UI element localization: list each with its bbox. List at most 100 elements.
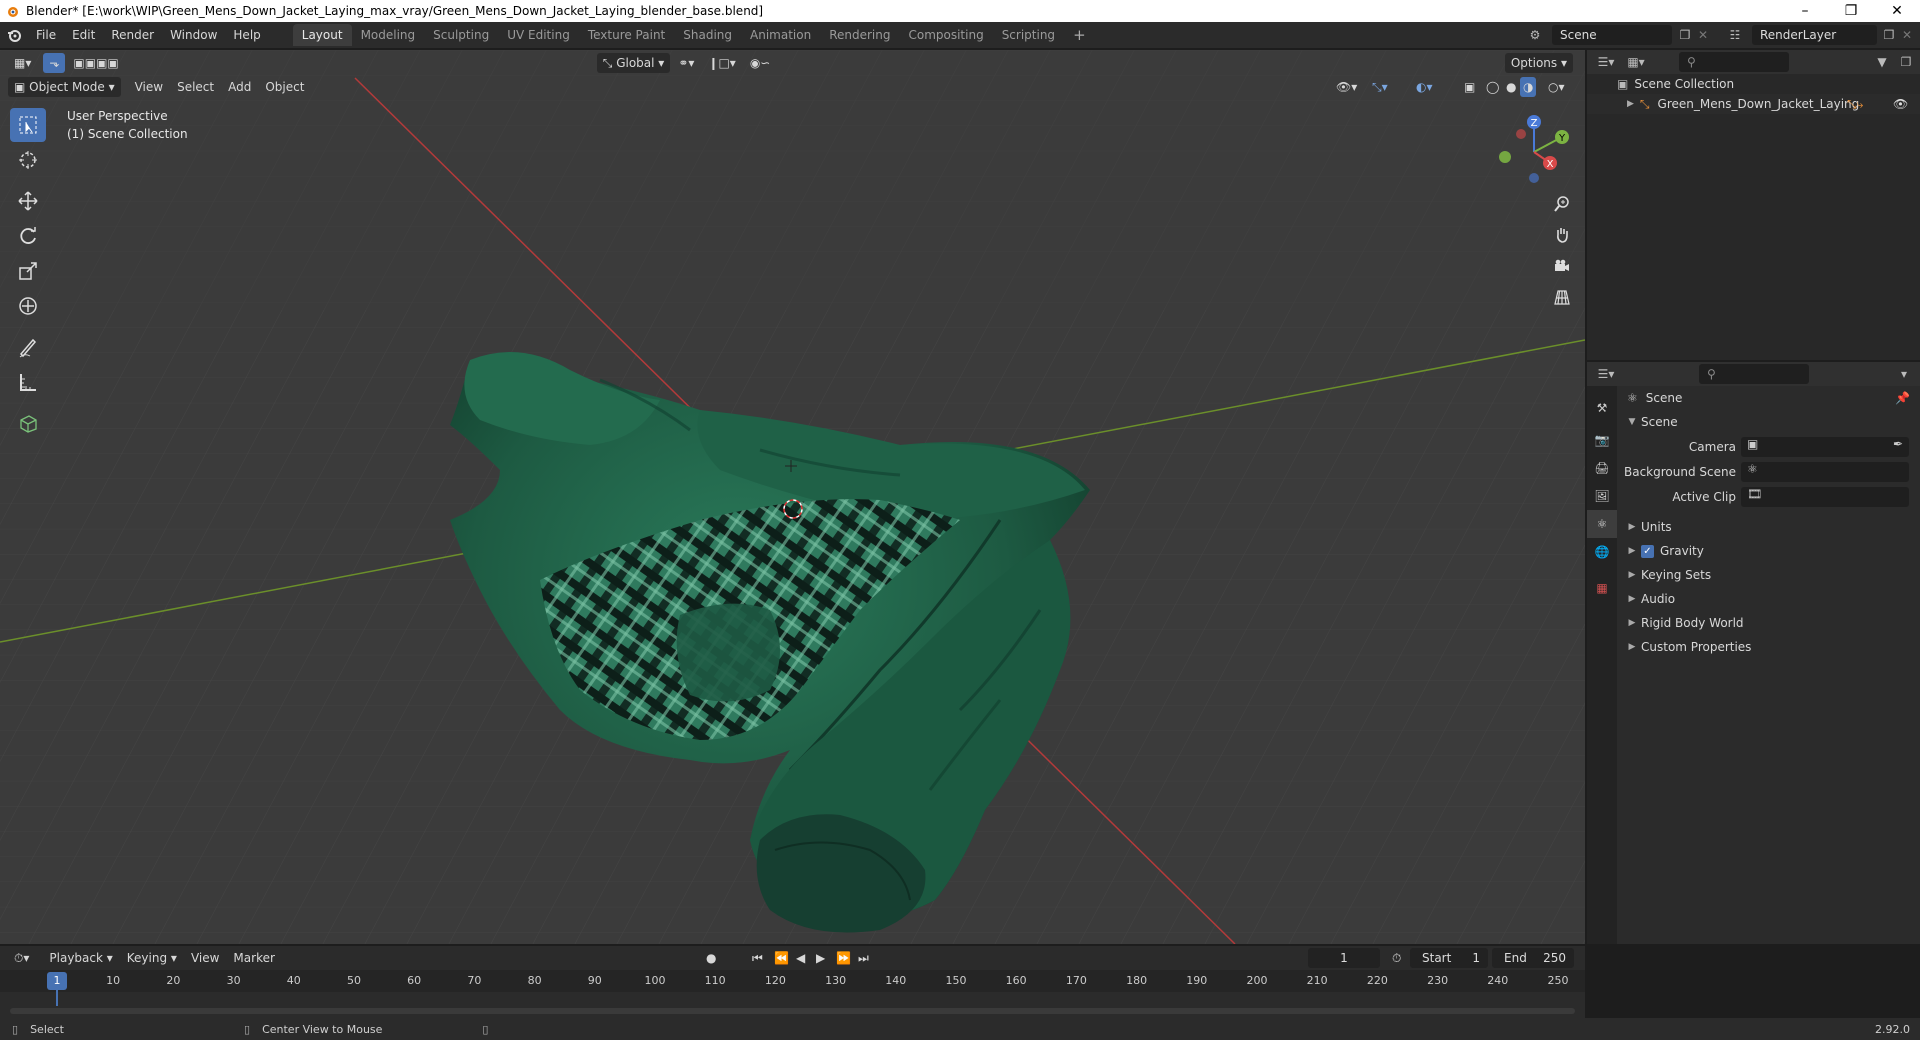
outliner-item[interactable]: ▶ ⤡ Green_Mens_Down_Jacket_Laying ⤡⤷ 👁 bbox=[1587, 94, 1920, 114]
display-mode-icon[interactable]: ▦▾ bbox=[1627, 53, 1645, 71]
audio-panel[interactable]: ▶ Audio bbox=[1617, 587, 1920, 611]
visibility-icon[interactable]: 👁▾ bbox=[1330, 77, 1363, 97]
filter-icon[interactable]: ▼ bbox=[1873, 53, 1891, 71]
tab-view-layer-icon[interactable]: 🖼 bbox=[1587, 482, 1617, 510]
mode-dropdown[interactable]: ▣ Object Mode ▾ bbox=[8, 77, 121, 97]
camera-view-icon[interactable] bbox=[1548, 252, 1576, 280]
transform-orientation-dropdown[interactable]: ⤡ Global ▾ bbox=[596, 53, 671, 73]
menu-file[interactable]: File bbox=[28, 22, 64, 48]
menu-keying[interactable]: Keying ▾ bbox=[121, 948, 183, 968]
camera-field[interactable]: ▣ ✒ bbox=[1741, 436, 1909, 457]
add-cube-tool[interactable] bbox=[10, 406, 46, 440]
outliner-editor-type-icon[interactable]: ☰▾ bbox=[1597, 53, 1615, 71]
properties-options-icon[interactable]: ▾ bbox=[1895, 365, 1913, 383]
xray-icon[interactable]: ▣ bbox=[1458, 77, 1481, 97]
scene-selector-icon[interactable]: ⚙ bbox=[1526, 26, 1544, 44]
transform-tool[interactable] bbox=[10, 289, 46, 323]
cursor-tool[interactable] bbox=[10, 143, 46, 177]
rendered-shading-icon[interactable]: ○▾ bbox=[1542, 77, 1571, 97]
menu-add[interactable]: Add bbox=[222, 77, 257, 97]
tab-texture-icon[interactable]: ▦ bbox=[1587, 574, 1617, 602]
scene-panel-header[interactable]: ▼ Scene bbox=[1617, 410, 1920, 434]
pivot-point-icon[interactable]: ⚭▾ bbox=[672, 53, 700, 73]
expand-arrow-icon[interactable]: ▶ bbox=[1627, 99, 1634, 109]
select-box-tool[interactable] bbox=[10, 108, 46, 142]
annotate-tool[interactable] bbox=[10, 330, 46, 364]
menu-playback[interactable]: Playback ▾ bbox=[43, 948, 118, 968]
outliner-search-input[interactable]: ⚲ bbox=[1679, 52, 1789, 72]
menu-help[interactable]: Help bbox=[225, 22, 268, 48]
editor-type-icon[interactable]: ▦▾ bbox=[8, 53, 37, 73]
3d-viewport[interactable]: ▦▾ ⬎ ▣▣▣▣ ⤡ Global ▾ ⚭▾ ❙□▾ ◉∽ Options ▾… bbox=[0, 50, 1585, 944]
delete-scene-icon[interactable]: ✕ bbox=[1694, 26, 1712, 44]
rotate-tool[interactable] bbox=[10, 219, 46, 253]
timeline-ruler[interactable]: 1 10 20 30 40 50 60 70 80 90 100 110 120 130 140 150 160… bbox=[0, 970, 1585, 1006]
visibility-eye-icon[interactable]: 👁 bbox=[1893, 97, 1908, 111]
current-frame-field[interactable]: 1 bbox=[1308, 948, 1380, 968]
tab-scene-icon[interactable]: ⚛ bbox=[1587, 510, 1617, 538]
menu-view[interactable]: View bbox=[129, 77, 169, 97]
tab-animation[interactable]: Animation bbox=[741, 24, 820, 46]
selection-mode-icons[interactable]: ▣▣▣▣ bbox=[67, 53, 124, 73]
tab-tool-icon[interactable]: ⚒ bbox=[1587, 394, 1617, 422]
jump-end-icon[interactable]: ⏭ bbox=[852, 948, 875, 968]
blender-menu-icon[interactable] bbox=[0, 22, 28, 48]
tab-sculpting[interactable]: Sculpting bbox=[424, 24, 498, 46]
play-icon[interactable]: ▶ bbox=[810, 948, 831, 968]
snap-icon[interactable]: ❙□▾ bbox=[702, 53, 741, 73]
proportional-edit-icon[interactable]: ◉∽ bbox=[744, 53, 777, 73]
jump-start-icon[interactable]: ⏮ bbox=[746, 948, 769, 968]
render-layer-field[interactable]: RenderLayer bbox=[1752, 25, 1877, 45]
rigid-body-world-panel[interactable]: ▶ Rigid Body World bbox=[1617, 611, 1920, 635]
gravity-checkbox[interactable]: ✓ bbox=[1641, 544, 1654, 558]
tab-uv-editing[interactable]: UV Editing bbox=[498, 24, 579, 46]
play-reverse-icon[interactable]: ◀ bbox=[790, 948, 811, 968]
custom-properties-panel[interactable]: ▶ Custom Properties bbox=[1617, 635, 1920, 659]
preview-range-icon[interactable]: ⏱ bbox=[1386, 948, 1407, 968]
menu-object[interactable]: Object bbox=[259, 77, 310, 97]
tab-modeling[interactable]: Modeling bbox=[352, 24, 425, 46]
tab-rendering[interactable]: Rendering bbox=[820, 24, 899, 46]
menu-select[interactable]: Select bbox=[171, 77, 220, 97]
eyedropper-icon[interactable]: ✒ bbox=[1893, 437, 1903, 451]
record-icon[interactable]: ● bbox=[700, 948, 722, 968]
background-scene-field[interactable]: ⚛ bbox=[1741, 461, 1909, 482]
move-tool[interactable] bbox=[10, 184, 46, 218]
gravity-panel[interactable]: ▶ ✓ Gravity bbox=[1617, 539, 1920, 563]
keying-sets-panel[interactable]: ▶ Keying Sets bbox=[1617, 563, 1920, 587]
timeline-editor-type-icon[interactable]: ⏱▾ bbox=[8, 948, 35, 968]
tab-scripting[interactable]: Scripting bbox=[993, 24, 1064, 46]
menu-timeline-view[interactable]: View bbox=[185, 948, 225, 968]
menu-window[interactable]: Window bbox=[162, 22, 225, 48]
pan-hand-icon[interactable] bbox=[1548, 221, 1576, 249]
tab-render-icon[interactable]: 📷 bbox=[1587, 426, 1617, 454]
material-shading-icon[interactable]: ◑ bbox=[1520, 77, 1537, 97]
new-scene-icon[interactable]: ❐ bbox=[1676, 26, 1694, 44]
select-box-mode-icon[interactable]: ⬎ bbox=[43, 53, 66, 73]
menu-marker[interactable]: Marker bbox=[227, 948, 280, 968]
navigation-gizmo[interactable]: Z Y X bbox=[1494, 112, 1574, 192]
close-window-button[interactable]: ✕ bbox=[1874, 0, 1920, 22]
new-view-layer-icon[interactable]: ❐ bbox=[1880, 26, 1898, 44]
tab-world-icon[interactable]: 🌐 bbox=[1587, 538, 1617, 566]
start-frame-field[interactable]: Start 1 bbox=[1410, 948, 1488, 968]
new-collection-icon[interactable]: ❐ bbox=[1897, 53, 1915, 71]
menu-edit[interactable]: Edit bbox=[64, 22, 103, 48]
timeline-scrollbar[interactable] bbox=[10, 1008, 1575, 1014]
tab-compositing[interactable]: Compositing bbox=[899, 24, 992, 46]
scale-tool[interactable] bbox=[10, 254, 46, 288]
pin-icon[interactable]: 📌 bbox=[1895, 391, 1910, 405]
outliner-scene-collection[interactable]: ▣ Scene Collection bbox=[1587, 74, 1920, 94]
tab-output-icon[interactable]: 🖨 bbox=[1587, 454, 1617, 482]
active-clip-field[interactable]: 🎞 bbox=[1741, 486, 1909, 507]
tab-layout[interactable]: Layout bbox=[292, 24, 352, 46]
delete-view-layer-icon[interactable]: ✕ bbox=[1898, 26, 1916, 44]
add-workspace-icon[interactable]: + bbox=[1064, 24, 1095, 46]
properties-editor-type-icon[interactable]: ☰▾ bbox=[1597, 365, 1615, 383]
tab-shading[interactable]: Shading bbox=[674, 24, 741, 46]
menu-render[interactable]: Render bbox=[103, 22, 162, 48]
gizmo-toggle-icon[interactable]: ⤡▾ bbox=[1366, 77, 1394, 97]
viewport-scene[interactable] bbox=[0, 50, 1585, 944]
view-layer-selector-icon[interactable]: ☷ bbox=[1726, 26, 1744, 44]
perspective-toggle-icon[interactable] bbox=[1548, 283, 1576, 311]
